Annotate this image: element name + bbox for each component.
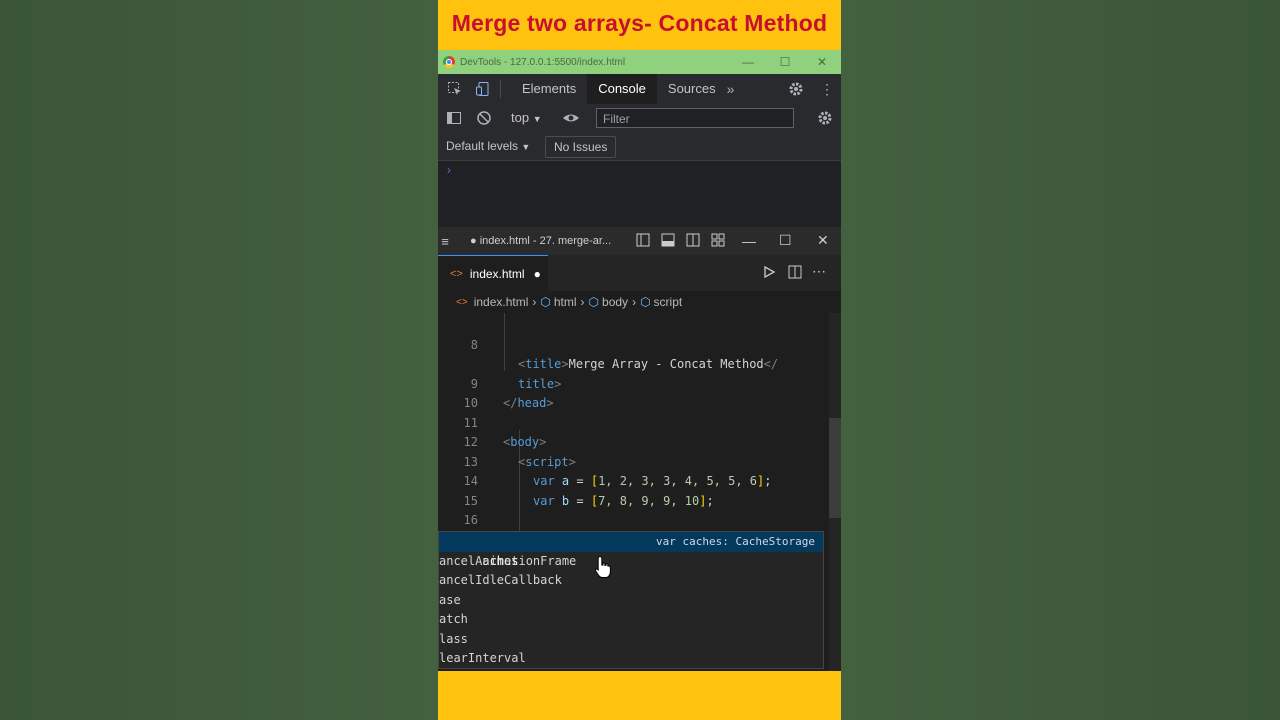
breadcrumb-file[interactable]: index.html xyxy=(474,295,529,309)
background-left xyxy=(0,0,438,720)
suggestion-item[interactable]: ase xyxy=(439,591,823,611)
tab-console[interactable]: Console xyxy=(587,74,657,104)
vscode-maximize-icon[interactable]: ☐ xyxy=(779,232,792,249)
code-line: 12 <script> xyxy=(438,414,841,469)
console-prompt-icon: › xyxy=(447,163,451,177)
suggestion-label: ancelIdleCallback xyxy=(439,573,562,587)
headline: Merge two arrays- Concat Method xyxy=(451,10,828,36)
console-levels-bar: Default levels ▼ No Issues xyxy=(438,132,841,161)
element-cube-icon: ⬡ xyxy=(540,295,551,309)
bottom-banner xyxy=(438,671,841,720)
dropdown-arrow-icon: ▼ xyxy=(521,142,531,152)
kebab-menu-icon[interactable]: ⋮ xyxy=(820,81,834,98)
code-line: 13 var a = [1, 2, 3, 3, 4, 5, 5, 6]; xyxy=(438,433,841,489)
tab-elements[interactable]: Elements xyxy=(511,74,587,104)
more-actions-icon[interactable]: ⋯ xyxy=(812,263,826,280)
code-line: 17 c xyxy=(438,511,841,567)
dropdown-arrow-icon: ▼ xyxy=(532,114,542,124)
vscode-minimize-icon[interactable]: — xyxy=(742,233,756,249)
breadcrumb-separator-icon: › xyxy=(632,295,637,309)
toggle-primary-sidebar-icon[interactable] xyxy=(636,233,650,247)
minimize-icon[interactable]: — xyxy=(730,50,766,74)
breadcrumb-separator-icon: › xyxy=(532,295,537,309)
split-editor-icon[interactable] xyxy=(788,265,802,279)
suggestion-label: ase xyxy=(439,592,461,607)
code-line: 11 <body> xyxy=(438,394,841,450)
sidebar-toggle-icon[interactable] xyxy=(446,110,462,126)
run-icon[interactable] xyxy=(762,265,776,279)
live-expression-eye-icon[interactable] xyxy=(562,110,580,126)
unsaved-dot-icon[interactable]: ● xyxy=(534,267,541,281)
html-file-icon: <> xyxy=(456,296,468,308)
background-right xyxy=(841,0,1280,720)
console-output[interactable]: › xyxy=(438,161,841,227)
devtools-titlebar: DevTools - 127.0.0.1:5500/index.html — ☐… xyxy=(438,50,841,74)
breadcrumb-html[interactable]: html xyxy=(554,295,577,309)
code-line: 16 const merge = (a,b) => a.concat(b); xyxy=(438,492,841,547)
customize-layout-icon[interactable] xyxy=(711,233,725,247)
autocomplete-suggestions: aches var caches: CacheStorage ancelAnim… xyxy=(438,531,824,669)
devtools-window-title: DevTools - 127.0.0.1:5500/index.html xyxy=(460,56,626,68)
editor-scrollbar-thumb[interactable] xyxy=(829,418,841,518)
context-selector[interactable]: top ▼ xyxy=(511,110,542,125)
suggestion-item[interactable]: ancelIdleCallback xyxy=(439,571,823,591)
inspect-element-icon[interactable] xyxy=(438,81,472,97)
suggestion-item[interactable]: learInterval xyxy=(439,649,823,668)
menu-icon[interactable]: ≡ xyxy=(438,234,452,249)
suggestion-label: learInterval xyxy=(439,651,526,665)
filter-input[interactable]: Filter xyxy=(596,108,794,128)
code-line: 15 xyxy=(438,472,841,508)
divider xyxy=(500,80,501,98)
code-line: title> xyxy=(518,376,562,391)
suggestion-item[interactable]: aches var caches: CacheStorage xyxy=(439,532,823,568)
tab-sources[interactable]: Sources xyxy=(657,74,727,104)
console-settings-gear-icon[interactable] xyxy=(817,110,833,126)
issues-button[interactable]: No Issues xyxy=(545,136,617,158)
console-toolbar: top ▼ Filter xyxy=(438,104,841,132)
toggle-panel-icon[interactable] xyxy=(661,233,675,247)
editor-tab-index-html[interactable]: <> index.html ● xyxy=(438,255,548,291)
hand-pointer-cursor-icon xyxy=(594,555,611,578)
breadcrumb-script[interactable]: script xyxy=(654,295,683,309)
log-levels-dropdown[interactable]: Default levels ▼ xyxy=(446,139,530,153)
suggestion-item[interactable]: atch xyxy=(439,610,823,630)
log-levels-label: Default levels xyxy=(446,139,519,153)
editor-tab-label: index.html xyxy=(469,266,525,281)
element-cube-icon: ⬡ xyxy=(588,295,600,309)
code-line: 14 var b = [7, 8, 9, 9, 10]; xyxy=(438,453,841,508)
suggestion-label: ancelAnimationFrame xyxy=(439,553,577,568)
device-toolbar-icon[interactable] xyxy=(472,81,494,97)
suggestion-label: lass xyxy=(439,631,468,646)
settings-gear-icon[interactable] xyxy=(788,81,804,97)
vscode-window-title: ● index.html - 27. merge-ar... xyxy=(470,235,612,247)
more-tabs-icon[interactable]: » xyxy=(727,81,735,97)
html-file-icon: <> xyxy=(450,267,463,280)
suggestion-item[interactable]: ancelAnimationFrame xyxy=(439,552,823,572)
breadcrumb-body[interactable]: body xyxy=(602,295,628,309)
vscode-titlebar: ≡ ● index.html - 27. merge-ar... — ☐ ✕ xyxy=(438,227,841,255)
vscode-close-icon[interactable]: ✕ xyxy=(817,232,829,249)
code-line: 9 </head> xyxy=(438,355,841,411)
editor-tabbar: <> index.html ● ⋯ xyxy=(438,255,841,291)
element-cube-icon: ⬡ xyxy=(640,295,651,309)
maximize-icon[interactable]: ☐ xyxy=(767,50,803,74)
breadcrumb: <> index.html › ⬡ html › ⬡ body › ⬡ scri… xyxy=(438,291,841,313)
toggle-secondary-sidebar-icon[interactable] xyxy=(686,233,700,247)
code-line: 10 xyxy=(438,375,841,410)
context-selector-label: top xyxy=(511,110,530,125)
chrome-logo-icon xyxy=(443,56,455,68)
suggestion-item[interactable]: lass xyxy=(439,630,823,650)
clear-console-icon[interactable] xyxy=(476,110,492,126)
breadcrumb-separator-icon: › xyxy=(580,295,585,309)
devtools-tabbar: Elements Console Sources » ⋮ xyxy=(438,74,841,105)
video-frame: Merge two arrays- Concat Method DevTools… xyxy=(438,0,841,720)
code-line: 8 <title>Merge Array - Concat Method</ xyxy=(438,316,841,372)
suggestion-detail: var caches: CacheStorage xyxy=(656,535,815,548)
suggestion-label: atch xyxy=(439,612,468,626)
close-icon[interactable]: ✕ xyxy=(804,50,840,74)
